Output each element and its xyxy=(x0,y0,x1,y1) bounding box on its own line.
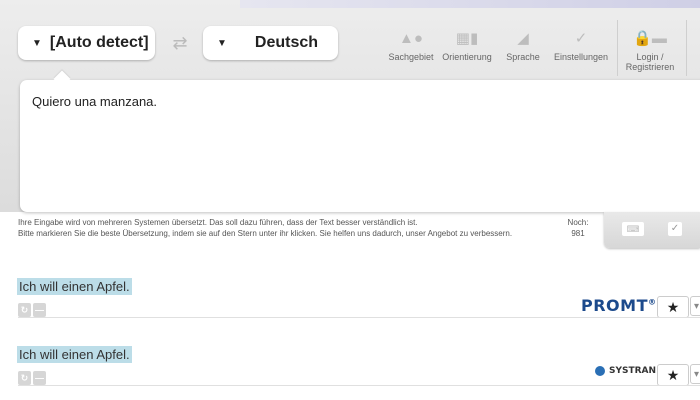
systran-logo: SYSTRAN xyxy=(595,366,656,376)
language-icon: ◢ xyxy=(517,30,529,47)
chevron-down-icon: ▼ xyxy=(217,37,227,49)
source-text-area[interactable]: Quiero una manzana. xyxy=(20,80,700,212)
toolbar-divider xyxy=(686,20,687,76)
tool-label: Sprache xyxy=(506,52,540,62)
subject-icon: ▲● xyxy=(399,30,423,47)
star-button[interactable]: ★ xyxy=(657,296,689,318)
source-text[interactable]: Quiero una manzana. xyxy=(32,94,157,109)
collapse-icon[interactable]: — xyxy=(33,303,46,317)
counter-value: 981 xyxy=(571,229,585,238)
source-language-select[interactable]: ▼ [Auto detect] xyxy=(18,26,155,60)
checkbox-icon[interactable]: ✓ xyxy=(668,222,682,236)
expand-icon[interactable]: ↻ xyxy=(18,371,31,385)
translation-result[interactable]: Ich will einen Apfel. xyxy=(17,346,132,363)
more-options-button[interactable]: ▾ xyxy=(690,364,700,384)
tool-sprache[interactable]: ◢ Sprache xyxy=(503,30,543,70)
result-divider xyxy=(18,385,700,386)
keyboard-icon[interactable]: ⌨ xyxy=(622,222,644,236)
layout-icon: ▦▮ xyxy=(455,30,479,47)
tool-orientierung[interactable]: ▦▮ Orientierung xyxy=(440,30,494,70)
swap-languages-icon[interactable]: ⇄ xyxy=(163,33,197,53)
tool-label: Einstellungen xyxy=(553,52,609,62)
tool-login[interactable]: 🔒▬ Login / Registrieren xyxy=(620,30,680,72)
tool-einstellungen[interactable]: ✓ Einstellungen xyxy=(551,30,611,70)
lock-icon: 🔒▬ xyxy=(633,30,667,47)
star-button[interactable]: ★ xyxy=(657,364,689,386)
target-language-select[interactable]: ▼ Deutsch xyxy=(203,26,338,60)
info-line: Ihre Eingabe wird von mehreren Systemen … xyxy=(18,218,418,227)
input-options-panel: ⌨ ✓ xyxy=(604,212,700,248)
result-actions: ↻ — xyxy=(18,303,46,317)
character-counter: Noch: 981 xyxy=(563,217,593,239)
systran-mark-icon xyxy=(595,366,605,376)
result-actions: ↻ — xyxy=(18,371,46,385)
result-divider xyxy=(18,317,700,318)
chevron-down-icon: ▼ xyxy=(32,37,42,49)
expand-icon[interactable]: ↻ xyxy=(18,303,31,317)
more-options-button[interactable]: ▾ xyxy=(690,296,700,316)
info-text: Ihre Eingabe wird von mehreren Systemen … xyxy=(18,218,548,239)
source-language-label: [Auto detect] xyxy=(49,34,149,51)
tool-sachgebiet[interactable]: ▲● Sachgebiet xyxy=(386,30,436,70)
target-language-label: Deutsch xyxy=(254,34,319,51)
info-line: Bitte markieren Sie die beste Übersetzun… xyxy=(18,228,513,238)
promt-logo: PROMT® xyxy=(581,296,657,315)
tool-label: Login / Registrieren xyxy=(625,52,675,72)
collapse-icon[interactable]: — xyxy=(33,371,46,385)
toolbar-divider xyxy=(617,20,618,76)
settings-icon: ✓ xyxy=(574,30,588,47)
top-strip xyxy=(240,0,700,8)
translation-result[interactable]: Ich will einen Apfel. xyxy=(17,278,132,295)
counter-label: Noch: xyxy=(567,218,589,227)
tool-label: Orientierung xyxy=(442,52,492,62)
tool-label: Sachgebiet xyxy=(388,52,434,62)
